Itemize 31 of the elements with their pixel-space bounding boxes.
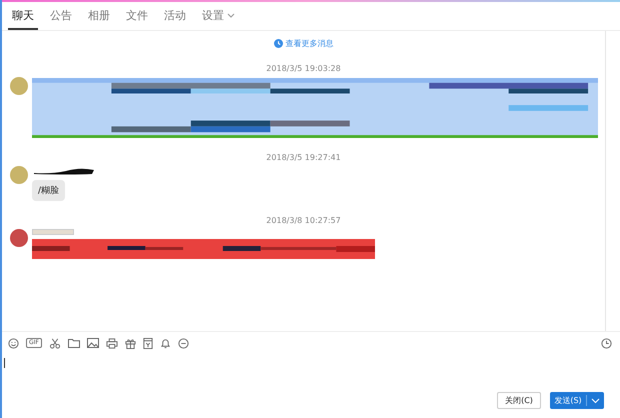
tab[interactable]: 相册: [84, 2, 114, 30]
caret-icon[interactable]: [591, 398, 600, 404]
message-time: 2018/3/8 10:27:57: [265, 216, 342, 225]
close-button[interactable]: 关闭(C): [497, 392, 541, 409]
bell-icon[interactable]: [160, 338, 171, 348]
tab[interactable]: 设置: [198, 2, 239, 30]
avatar: [10, 77, 28, 95]
scissors-icon[interactable]: [48, 338, 61, 348]
avatar: [10, 166, 28, 184]
calendar-icon[interactable]: [142, 338, 153, 348]
tab[interactable]: 文件: [122, 2, 152, 30]
gift-icon[interactable]: [124, 338, 136, 348]
message-time: 2018/3/5 19:27:41: [265, 153, 342, 162]
more-icon[interactable]: [178, 338, 189, 348]
clock-icon: [274, 39, 282, 48]
avatar: [10, 229, 28, 247]
message-bubble: /糊脸: [32, 180, 66, 201]
load-more-link[interactable]: 查看更多消息: [264, 38, 344, 49]
smiley-icon[interactable]: [8, 338, 19, 348]
history-icon[interactable]: [601, 338, 612, 348]
printer-icon[interactable]: [106, 338, 118, 348]
redaction-mark: [32, 166, 96, 176]
tab[interactable]: 聊天: [8, 2, 38, 30]
image-icon[interactable]: [86, 338, 99, 348]
send-button[interactable]: 发送(S): [550, 392, 604, 409]
caret-icon: [227, 12, 235, 18]
tab[interactable]: 活动: [160, 2, 190, 30]
tab[interactable]: 公告: [46, 2, 76, 30]
name-bar: [32, 229, 74, 235]
folder-icon[interactable]: [68, 338, 80, 348]
message-time: 2018/3/5 19:03:28: [265, 64, 342, 73]
